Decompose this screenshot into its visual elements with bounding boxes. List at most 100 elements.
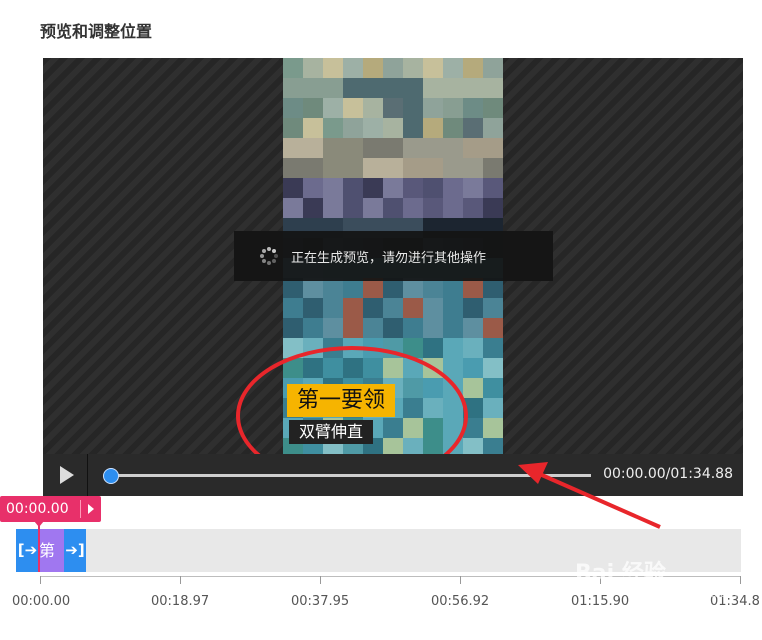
video-pixel xyxy=(323,158,343,178)
ruler-tick-label: 00:37.95 xyxy=(291,594,350,609)
video-pixel xyxy=(383,78,403,98)
watermark-logo: Bai 经验 xyxy=(575,561,666,586)
video-pixel xyxy=(283,118,303,138)
video-pixel xyxy=(423,338,443,358)
video-pixel xyxy=(463,78,483,98)
video-pixel xyxy=(303,118,323,138)
video-pixel xyxy=(343,298,363,318)
spinner-icon xyxy=(259,246,279,266)
progress-track[interactable] xyxy=(109,474,591,477)
ruler-tick xyxy=(320,576,321,584)
video-pixel xyxy=(343,178,363,198)
video-pixel xyxy=(463,338,483,358)
video-pixel xyxy=(303,98,323,118)
video-pixel xyxy=(303,298,323,318)
video-pixel xyxy=(423,298,443,318)
video-pixel xyxy=(423,178,443,198)
video-pixel xyxy=(363,78,383,98)
video-pixel xyxy=(443,298,463,318)
video-pixel xyxy=(403,58,423,78)
spinner-dot xyxy=(262,249,267,254)
time-display: 00:00.00/01:34.88 xyxy=(603,466,733,482)
video-pixel xyxy=(443,278,463,298)
video-pixel xyxy=(283,298,303,318)
video-pixel xyxy=(323,298,343,318)
video-pixel xyxy=(383,58,403,78)
video-pixel xyxy=(323,58,343,78)
video-pixel xyxy=(323,198,343,218)
video-pixel xyxy=(443,198,463,218)
progress-knob[interactable] xyxy=(103,468,119,484)
section-title: 预览和调整位置 xyxy=(40,22,153,41)
player-controls: 00:00.00/01:34.88 xyxy=(43,454,743,496)
video-pixel xyxy=(343,98,363,118)
video-pixel xyxy=(423,78,443,98)
play-icon xyxy=(60,466,74,484)
video-pixel xyxy=(483,118,503,138)
video-pixel xyxy=(283,178,303,198)
video-pixel xyxy=(463,138,483,158)
video-pixel xyxy=(383,138,403,158)
watermark-url: jingyan.baidu.com xyxy=(636,587,738,600)
video-pixel xyxy=(403,278,423,298)
loading-text: 正在生成预览，请勿进行其他操作 xyxy=(291,250,487,266)
play-button[interactable] xyxy=(43,454,88,496)
video-pixel xyxy=(483,338,503,358)
video-pixel xyxy=(403,198,423,218)
video-pixel xyxy=(383,198,403,218)
video-pixel xyxy=(343,58,363,78)
video-pixel xyxy=(483,198,503,218)
spinner-dot xyxy=(262,258,267,263)
video-pixel xyxy=(483,178,503,198)
video-pixel xyxy=(463,438,483,454)
video-pixel xyxy=(363,118,383,138)
video-pixel xyxy=(383,158,403,178)
video-pixel xyxy=(303,138,323,158)
preview-stage: 正在生成预览，请勿进行其他操作 第一要领 双臂伸直 xyxy=(43,58,743,454)
video-pixel xyxy=(483,298,503,318)
ruler-tick-label: 00:56.92 xyxy=(431,594,490,609)
marker-play-icon[interactable] xyxy=(88,504,94,514)
video-pixel xyxy=(323,178,343,198)
video-pixel xyxy=(403,178,423,198)
ruler-tick xyxy=(180,576,181,584)
video-pixel xyxy=(483,98,503,118)
video-pixel xyxy=(443,118,463,138)
spinner-dot xyxy=(267,261,271,265)
video-pixel xyxy=(343,318,363,338)
clip-left-handle-icon[interactable]: [➔ xyxy=(16,529,39,572)
video-pixel xyxy=(483,418,503,438)
video-pixel xyxy=(463,98,483,118)
video-pixel xyxy=(343,78,363,98)
video-player: 正在生成预览，请勿进行其他操作 第一要领 双臂伸直 00:00.00/01:34… xyxy=(43,58,743,496)
video-pixel xyxy=(423,318,443,338)
video-pixel xyxy=(303,158,323,178)
ruler-tick-label: 00:00.00 xyxy=(12,594,71,609)
video-pixel xyxy=(403,298,423,318)
video-pixel xyxy=(303,318,323,338)
video-pixel xyxy=(463,278,483,298)
video-pixel xyxy=(443,138,463,158)
subtitle-clip[interactable]: [➔ 第一 ➔] xyxy=(16,529,86,603)
spinner-dot xyxy=(260,254,264,258)
playhead[interactable] xyxy=(38,522,40,572)
video-pixel xyxy=(423,278,443,298)
video-pixel xyxy=(443,178,463,198)
clip-label[interactable]: 第一 xyxy=(39,529,64,603)
video-pixel xyxy=(463,358,483,378)
video-pixel xyxy=(403,118,423,138)
time-marker[interactable]: 00:00.00 xyxy=(0,496,101,522)
video-pixel xyxy=(363,278,383,298)
video-pixel xyxy=(303,58,323,78)
video-pixel xyxy=(463,158,483,178)
video-pixel xyxy=(463,58,483,78)
loading-overlay: 正在生成预览，请勿进行其他操作 xyxy=(234,231,553,281)
video-pixel xyxy=(363,98,383,118)
ruler-tick xyxy=(740,576,741,584)
ruler-tick-label: 01:15.90 xyxy=(571,594,630,609)
video-pixel xyxy=(383,178,403,198)
video-pixel xyxy=(403,138,423,158)
video-pixel xyxy=(283,58,303,78)
video-pixel xyxy=(443,318,463,338)
clip-right-handle-icon[interactable]: ➔] xyxy=(64,529,86,572)
